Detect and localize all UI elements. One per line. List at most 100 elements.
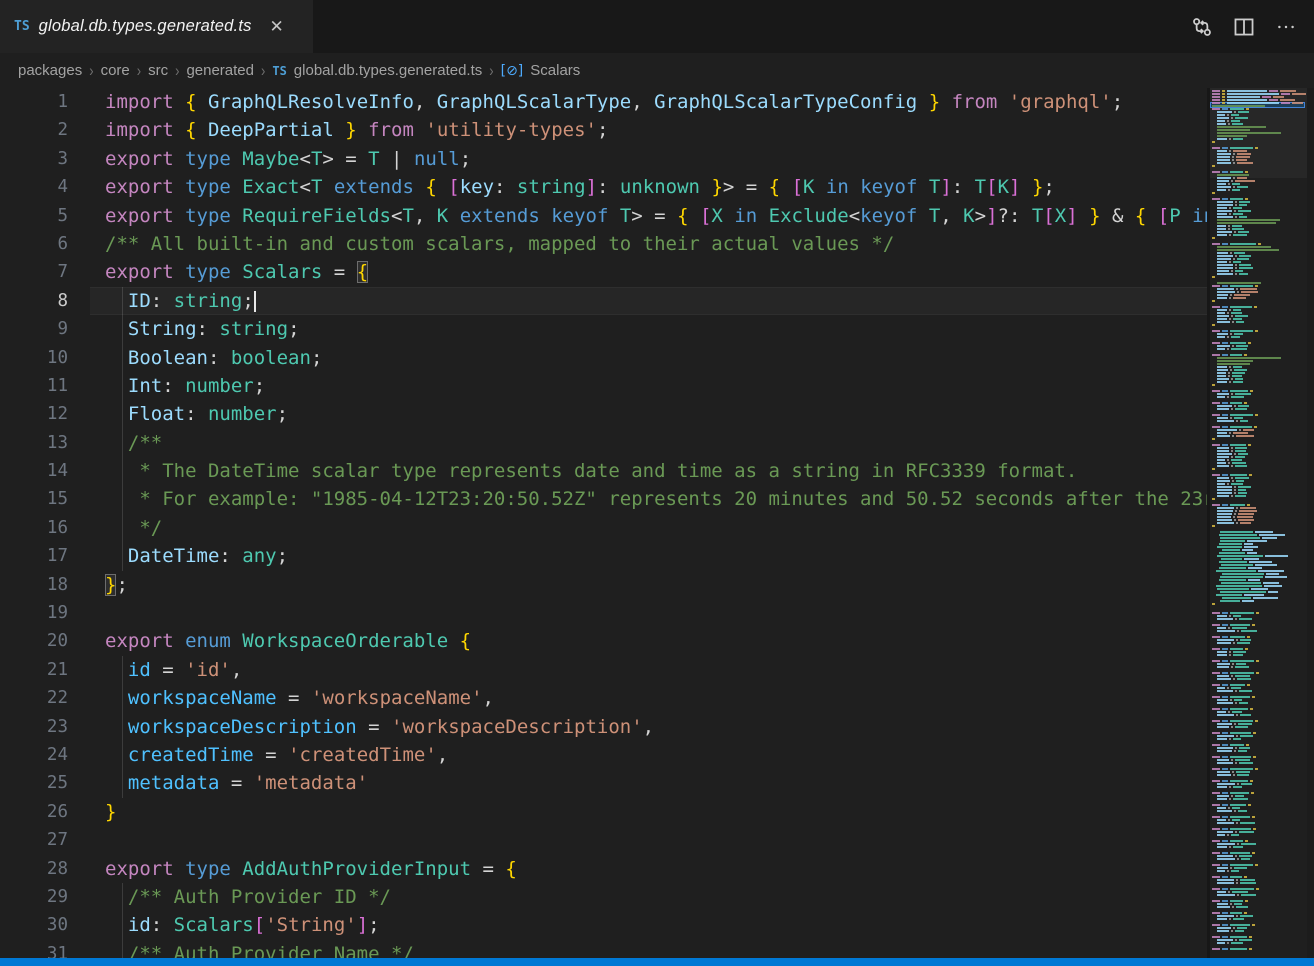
line-number[interactable]: 1 bbox=[0, 88, 68, 116]
code-token: ; bbox=[1112, 91, 1123, 113]
code-line[interactable]: } bbox=[90, 798, 1207, 826]
minimap-line bbox=[1210, 672, 1261, 674]
scrollbar-track[interactable] bbox=[1307, 88, 1314, 958]
breadcrumb-symbol[interactable]: Scalars bbox=[530, 62, 580, 79]
breadcrumb-packages[interactable]: packages bbox=[18, 62, 82, 79]
status-bar[interactable] bbox=[0, 958, 1314, 966]
code-line[interactable]: /** Auth Provider ID */ bbox=[90, 883, 1207, 911]
open-changes-icon[interactable] bbox=[1188, 13, 1216, 41]
breadcrumb-generated[interactable]: generated bbox=[186, 62, 254, 79]
code-line[interactable]: /** All built-in and custom scalars, map… bbox=[90, 230, 1207, 258]
code-line[interactable]: String: string; bbox=[90, 315, 1207, 343]
code-line[interactable] bbox=[90, 599, 1207, 627]
code-token: ; bbox=[368, 914, 379, 936]
code-line[interactable]: export type Exact<T extends { [key: stri… bbox=[90, 173, 1207, 201]
line-number[interactable]: 18 bbox=[0, 571, 68, 599]
code-token bbox=[689, 205, 700, 227]
code-line[interactable]: * The DateTime scalar type represents da… bbox=[90, 457, 1207, 485]
code-content[interactable]: import { GraphQLResolveInfo, GraphQLScal… bbox=[90, 88, 1207, 958]
code-line[interactable]: workspaceDescription = 'workspaceDescrip… bbox=[90, 713, 1207, 741]
line-number[interactable]: 10 bbox=[0, 344, 68, 372]
line-number[interactable]: 13 bbox=[0, 429, 68, 457]
breadcrumb-core[interactable]: core bbox=[101, 62, 130, 79]
code-line[interactable]: }; bbox=[90, 571, 1207, 599]
line-number[interactable]: 12 bbox=[0, 400, 68, 428]
code-token: : bbox=[597, 176, 620, 198]
minimap[interactable] bbox=[1210, 88, 1307, 958]
minimap-line bbox=[1210, 324, 1217, 326]
line-number[interactable]: 27 bbox=[0, 826, 68, 854]
code-line[interactable]: export type AddAuthProviderInput = { bbox=[90, 855, 1207, 883]
line-number[interactable]: 6 bbox=[0, 230, 68, 258]
line-number[interactable]: 17 bbox=[0, 542, 68, 570]
code-token bbox=[700, 176, 711, 198]
line-number[interactable]: 2 bbox=[0, 116, 68, 144]
line-number[interactable]: 11 bbox=[0, 372, 68, 400]
split-editor-icon[interactable] bbox=[1230, 13, 1258, 41]
code-line[interactable]: DateTime: any; bbox=[90, 542, 1207, 570]
code-line[interactable]: */ bbox=[90, 514, 1207, 542]
line-number[interactable]: 5 bbox=[0, 202, 68, 230]
code-line[interactable]: import { DeepPartial } from 'utility-typ… bbox=[90, 116, 1207, 144]
breadcrumb-file[interactable]: global.db.types.generated.ts bbox=[294, 62, 482, 79]
line-number[interactable]: 4 bbox=[0, 173, 68, 201]
code-line[interactable]: createdTime = 'createdTime', bbox=[90, 741, 1207, 769]
code-line[interactable]: /** Auth Provider Name */ bbox=[90, 940, 1207, 958]
code-line[interactable]: * For example: "1985-04-12T23:20:50.52Z"… bbox=[90, 485, 1207, 513]
line-number[interactable]: 31 bbox=[0, 940, 68, 958]
code-line[interactable]: ID: string; bbox=[90, 287, 1207, 315]
code-token: Exclude bbox=[769, 205, 849, 227]
more-actions-icon[interactable] bbox=[1272, 13, 1300, 41]
line-number[interactable]: 22 bbox=[0, 684, 68, 712]
line-number[interactable]: 20 bbox=[0, 627, 68, 655]
line-number[interactable]: 7 bbox=[0, 258, 68, 286]
code-line[interactable]: export type Scalars = { bbox=[90, 258, 1207, 286]
line-number[interactable]: 9 bbox=[0, 315, 68, 343]
line-number[interactable]: 30 bbox=[0, 911, 68, 939]
code-token: , bbox=[483, 687, 494, 709]
code-line[interactable]: export type Maybe<T> = T | null; bbox=[90, 145, 1207, 173]
code-token: number bbox=[208, 403, 277, 425]
code-token: ; bbox=[116, 574, 127, 596]
code-line[interactable]: Float: number; bbox=[90, 400, 1207, 428]
code-line[interactable]: import { GraphQLResolveInfo, GraphQLScal… bbox=[90, 88, 1207, 116]
code-line[interactable] bbox=[90, 826, 1207, 854]
line-number[interactable]: 25 bbox=[0, 769, 68, 797]
minimap-line bbox=[1210, 663, 1248, 665]
code-token: } bbox=[105, 801, 116, 823]
line-number[interactable]: 28 bbox=[0, 855, 68, 883]
line-number[interactable]: 21 bbox=[0, 656, 68, 684]
code-line[interactable]: id = 'id', bbox=[90, 656, 1207, 684]
code-line[interactable]: /** bbox=[90, 429, 1207, 457]
code-editor[interactable]: 1234567891011121314151617181920212223242… bbox=[0, 88, 1314, 958]
code-token: { bbox=[677, 205, 688, 227]
code-line[interactable]: id: Scalars['String']; bbox=[90, 911, 1207, 939]
line-number[interactable]: 29 bbox=[0, 883, 68, 911]
code-line[interactable]: Boolean: boolean; bbox=[90, 344, 1207, 372]
minimap-line bbox=[1210, 558, 1261, 560]
code-token: any bbox=[242, 545, 276, 567]
code-line[interactable]: export type RequireFields<T, K extends k… bbox=[90, 202, 1207, 230]
line-number[interactable]: 14 bbox=[0, 457, 68, 485]
code-line[interactable]: export enum WorkspaceOrderable { bbox=[90, 627, 1207, 655]
code-line[interactable]: workspaceName = 'workspaceName', bbox=[90, 684, 1207, 712]
line-number[interactable]: 8 bbox=[0, 287, 68, 315]
breadcrumb-src[interactable]: src bbox=[148, 62, 168, 79]
line-number[interactable]: 23 bbox=[0, 713, 68, 741]
line-number[interactable]: 16 bbox=[0, 514, 68, 542]
line-number[interactable]: 26 bbox=[0, 798, 68, 826]
line-number[interactable]: 24 bbox=[0, 741, 68, 769]
tab-global-db-types[interactable]: TS global.db.types.generated.ts ✕ bbox=[0, 0, 313, 53]
close-tab-icon[interactable]: ✕ bbox=[266, 16, 288, 38]
line-number[interactable]: 3 bbox=[0, 145, 68, 173]
code-token: , bbox=[940, 205, 963, 227]
minimap-line bbox=[1210, 177, 1249, 179]
minimap-line bbox=[1210, 858, 1252, 860]
code-line[interactable]: Int: number; bbox=[90, 372, 1207, 400]
code-line[interactable]: metadata = 'metadata' bbox=[90, 769, 1207, 797]
code-token: { bbox=[425, 176, 436, 198]
code-token: */ bbox=[105, 517, 162, 539]
line-number[interactable]: 15 bbox=[0, 485, 68, 513]
line-number[interactable]: 19 bbox=[0, 599, 68, 627]
code-token: T bbox=[311, 148, 322, 170]
